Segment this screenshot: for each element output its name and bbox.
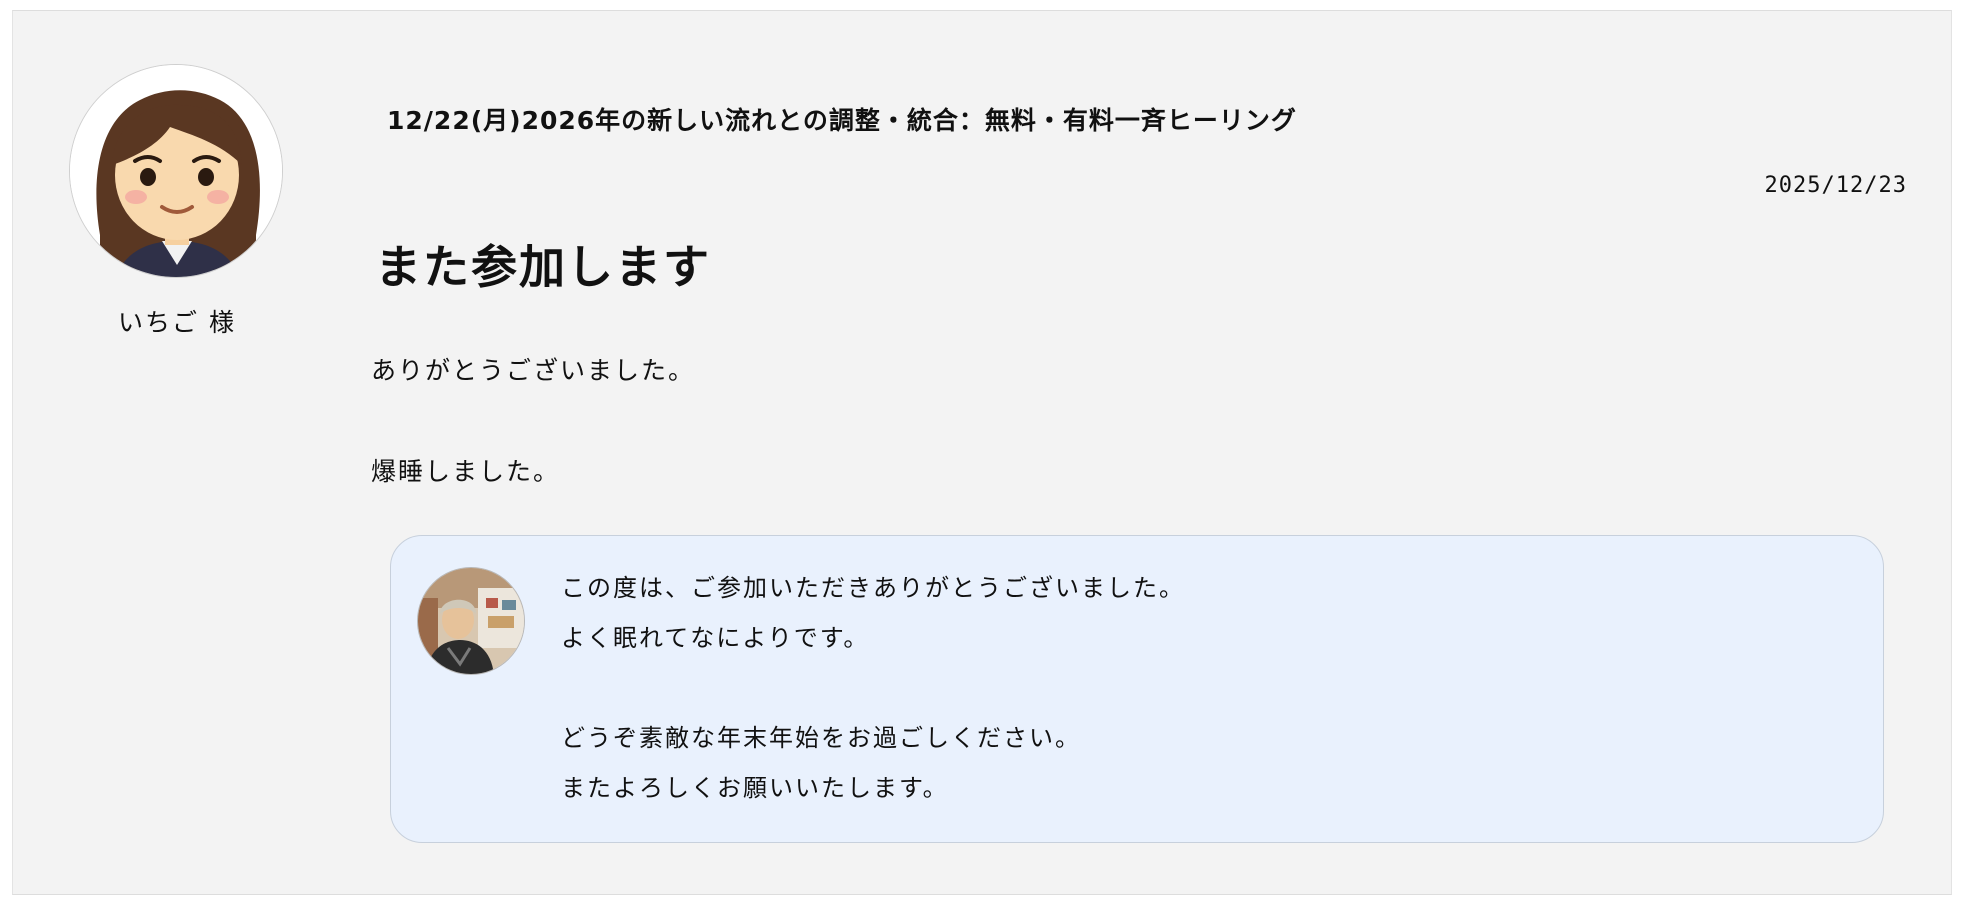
review-body-line: ありがとうございました。 (371, 356, 696, 385)
reply-text-line: どうぞ素敵な年末年始をお過ごしください。 (561, 724, 1081, 752)
reply-text-line: よく眠れてなによりです。 (561, 624, 870, 652)
reply-text-line: この度は、ご参加いただきありがとうございました。 (561, 574, 1185, 602)
review-author-name: いちご 様 (118, 308, 236, 337)
host-reply-box: この度は、ご参加いただきありがとうございました。 よく眠れてなによりです。 どう… (390, 535, 1884, 843)
reply-text-line: またよろしくお願いいたします。 (561, 774, 949, 802)
review-date: 2025/12/23 (1764, 173, 1907, 198)
review-body-line: 爆睡しました。 (371, 457, 561, 486)
host-photo-avatar-icon (417, 567, 525, 675)
event-title: 12/22(月)2026年の新しい流れとの調整・統合：無料・有料一斉ヒーリング (387, 106, 1297, 135)
review-title: また参加します (375, 240, 711, 294)
review-card: いちご 様 12/22(月)2026年の新しい流れとの調整・統合：無料・有料一斉… (12, 10, 1952, 895)
user-avatar-icon (69, 64, 283, 278)
